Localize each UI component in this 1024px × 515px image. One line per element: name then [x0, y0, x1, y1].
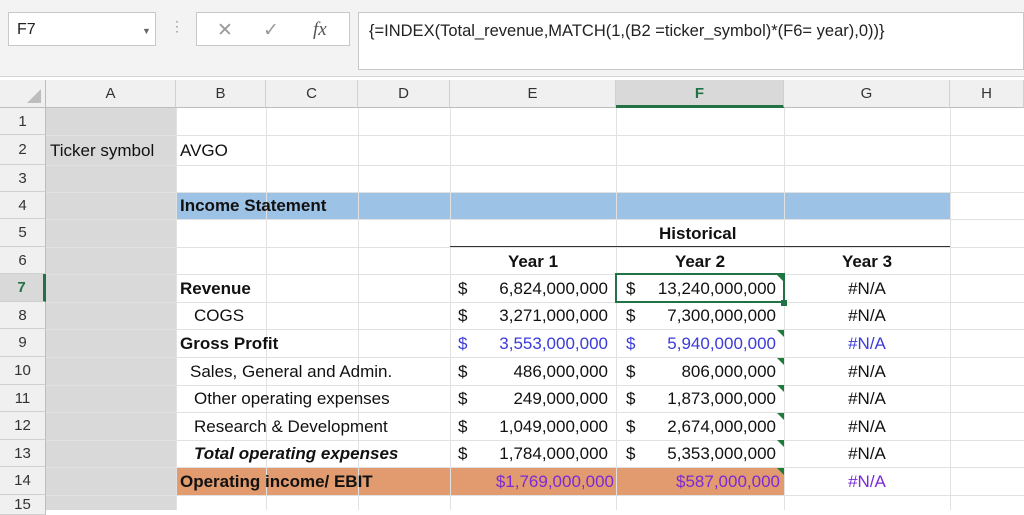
row-header-13[interactable]: 13	[0, 440, 46, 467]
chevron-down-icon[interactable]: ▼	[142, 26, 151, 36]
cell-b10[interactable]: Sales, General and Admin.	[190, 358, 392, 385]
cell-e14[interactable]: $1,769,000,000	[450, 468, 614, 495]
cell-g7[interactable]: #N/A	[784, 275, 950, 302]
formula-text: {=INDEX(Total_revenue,MATCH(1,(B2 =ticke…	[369, 22, 885, 40]
formula-bar: F7 ▼ ⋮ ✕ ✓ fx {=INDEX(Total_revenue,MATC…	[0, 0, 1024, 77]
cancel-icon[interactable]: ✕	[217, 19, 233, 42]
error-indicator-icon[interactable]	[777, 358, 784, 365]
row-header-3[interactable]: 3	[0, 165, 46, 192]
cell-f10[interactable]: 806,000,000	[616, 358, 776, 385]
name-box[interactable]: F7	[8, 12, 156, 46]
gridline	[46, 165, 1024, 166]
row-header-11[interactable]: 11	[0, 385, 46, 412]
cell-e12[interactable]: 1,049,000,000	[450, 413, 608, 440]
cell-b2[interactable]: AVGO	[180, 137, 228, 164]
column-header-c[interactable]: C	[266, 80, 358, 108]
cell-g12[interactable]: #N/A	[784, 413, 950, 440]
row-header-2[interactable]: 2	[0, 135, 46, 165]
cell-g10[interactable]: #N/A	[784, 358, 950, 385]
cell-b14[interactable]: Operating income/ EBIT	[180, 468, 373, 495]
cell-e8[interactable]: 3,271,000,000	[450, 302, 608, 329]
cell-f14[interactable]: $587,000,000	[616, 468, 780, 495]
column-a-fill	[46, 108, 176, 510]
error-indicator-icon[interactable]	[777, 330, 784, 337]
spreadsheet-grid[interactable]: A B C D E F G H 1 2 3 4 5 6 7 8 9 10 11 …	[0, 80, 1024, 515]
column-header-g[interactable]: G	[784, 80, 950, 108]
column-header-f[interactable]: F	[616, 80, 784, 108]
cell-b11[interactable]: Other operating expenses	[194, 385, 390, 412]
row-header-10[interactable]: 10	[0, 357, 46, 385]
cell-e13[interactable]: 1,784,000,000	[450, 440, 608, 467]
row-header-15[interactable]: 15	[0, 495, 46, 515]
cell-f11[interactable]: 1,873,000,000	[616, 385, 776, 412]
cell-g9[interactable]: #N/A	[784, 330, 950, 357]
row-header-8[interactable]: 8	[0, 302, 46, 329]
gridline	[46, 495, 1024, 496]
cell-f5[interactable]: Historical	[659, 220, 736, 247]
cell-g13[interactable]: #N/A	[784, 440, 950, 467]
cell-f8[interactable]: 7,300,000,000	[616, 302, 776, 329]
cell-b9[interactable]: Gross Profit	[180, 330, 278, 357]
formula-input[interactable]: {=INDEX(Total_revenue,MATCH(1,(B2 =ticke…	[358, 12, 1024, 70]
formula-buttons: ✕ ✓ fx	[196, 12, 350, 46]
cell-f6[interactable]: Year 2	[616, 248, 784, 275]
column-header-e[interactable]: E	[450, 80, 616, 108]
drag-handle-icon[interactable]: ⋮	[170, 18, 184, 35]
cell-b12[interactable]: Research & Development	[194, 413, 388, 440]
cell-b13[interactable]: Total operating expenses	[194, 440, 398, 467]
error-indicator-icon[interactable]	[777, 468, 784, 475]
cell-e10[interactable]: 486,000,000	[450, 358, 608, 385]
gridline	[950, 108, 951, 510]
row-header-6[interactable]: 6	[0, 247, 46, 274]
cell-e7[interactable]: 6,824,000,000	[450, 275, 608, 302]
error-indicator-icon[interactable]	[777, 440, 784, 447]
cell-g8[interactable]: #N/A	[784, 302, 950, 329]
cell-e6[interactable]: Year 1	[450, 248, 616, 275]
cell-e11[interactable]: 249,000,000	[450, 385, 608, 412]
row-header-14[interactable]: 14	[0, 467, 46, 495]
column-header-h[interactable]: H	[950, 80, 1024, 108]
row-header-12[interactable]: 12	[0, 412, 46, 440]
column-header-a[interactable]: A	[46, 80, 176, 108]
gridline	[46, 135, 1024, 136]
enter-icon[interactable]: ✓	[263, 19, 279, 42]
cell-a2[interactable]: Ticker symbol	[50, 137, 154, 164]
name-box-value: F7	[17, 21, 36, 38]
row-header-5[interactable]: 5	[0, 219, 46, 247]
cell-f13[interactable]: 5,353,000,000	[616, 440, 776, 467]
cell-g14[interactable]: #N/A	[784, 468, 950, 495]
row-header-7[interactable]: 7	[0, 274, 46, 302]
error-indicator-icon[interactable]	[777, 413, 784, 420]
row-header-4[interactable]: 4	[0, 192, 46, 219]
cell-b8[interactable]: COGS	[194, 302, 244, 329]
cell-f9[interactable]: 5,940,000,000	[616, 330, 776, 357]
error-indicator-icon[interactable]	[777, 385, 784, 392]
cell-b4[interactable]: Income Statement	[180, 192, 326, 219]
gridline	[176, 108, 177, 510]
cell-f12[interactable]: 2,674,000,000	[616, 413, 776, 440]
cell-b7[interactable]: Revenue	[180, 275, 251, 302]
select-all-corner[interactable]	[0, 80, 46, 108]
gridline	[46, 219, 1024, 220]
cell-g11[interactable]: #N/A	[784, 385, 950, 412]
row-header-9[interactable]: 9	[0, 329, 46, 357]
column-header-d[interactable]: D	[358, 80, 450, 108]
cell-e9[interactable]: 3,553,000,000	[450, 330, 608, 357]
fill-handle[interactable]	[781, 300, 787, 306]
column-header-b[interactable]: B	[176, 80, 266, 108]
active-cell-selection[interactable]	[615, 273, 785, 303]
insert-function-icon[interactable]: fx	[313, 19, 327, 41]
row-header-1[interactable]: 1	[0, 108, 46, 135]
cell-g6[interactable]: Year 3	[784, 248, 950, 275]
